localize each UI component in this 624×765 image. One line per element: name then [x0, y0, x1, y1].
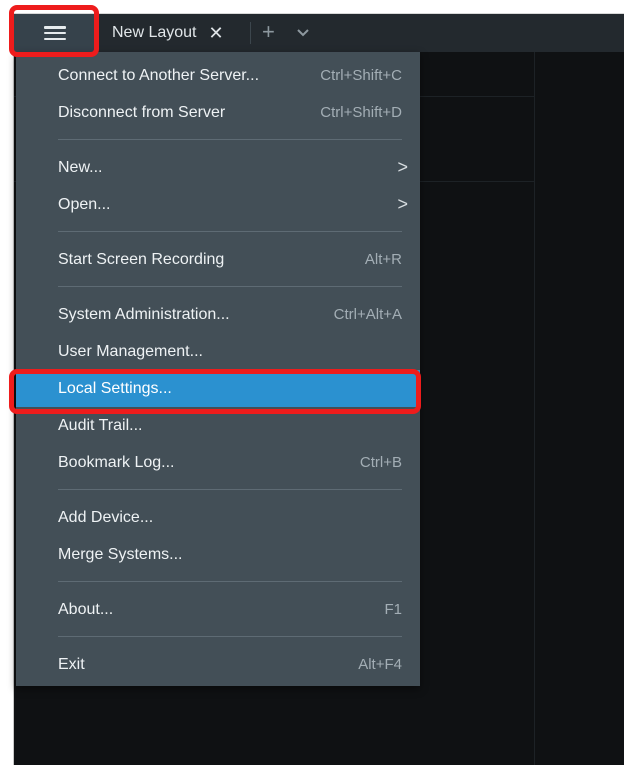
menu-item-shortcut: Alt+R: [364, 251, 402, 268]
menu-item-shortcut: Ctrl+Alt+A: [333, 306, 402, 323]
menu-item-label: Disconnect from Server: [58, 103, 226, 121]
menu-item-user-management[interactable]: User Management...: [16, 333, 420, 370]
menu-item-shortcut: Ctrl+Shift+C: [320, 67, 402, 84]
menu-item-disconnect[interactable]: Disconnect from Server Ctrl+Shift+D: [16, 94, 420, 131]
menu-item-start-recording[interactable]: Start Screen Recording Alt+R: [16, 241, 420, 278]
chevron-down-icon[interactable]: [296, 26, 310, 40]
menu-item-label: Exit: [58, 655, 85, 673]
title-bar: New Layout ✕ +: [14, 14, 624, 52]
menu-item-add-device[interactable]: Add Device...: [16, 499, 420, 536]
menu-item-label: New...: [58, 158, 103, 176]
menu-separator: [58, 139, 402, 140]
menu-item-shortcut: Ctrl+Shift+D: [320, 104, 402, 121]
menu-item-about[interactable]: About... F1: [16, 591, 420, 628]
menu-item-label: Add Device...: [58, 508, 154, 526]
menu-item-exit[interactable]: Exit Alt+F4: [16, 646, 420, 683]
highlight-local-settings: [9, 369, 421, 414]
menu-item-bookmark-log[interactable]: Bookmark Log... Ctrl+B: [16, 444, 420, 481]
menu-item-shortcut: Ctrl+B: [359, 454, 402, 471]
add-tab-button[interactable]: +: [262, 19, 275, 45]
menu-item-label: Open...: [58, 195, 111, 213]
chevron-right-icon: >: [397, 194, 408, 214]
menu-item-merge-systems[interactable]: Merge Systems...: [16, 536, 420, 573]
menu-item-shortcut: Alt+F4: [358, 656, 402, 673]
menu-item-label: Connect to Another Server...: [58, 66, 260, 84]
tab-divider: [250, 22, 251, 44]
menu-separator: [58, 286, 402, 287]
highlight-main-menu-button: [9, 5, 99, 57]
menu-item-connect[interactable]: Connect to Another Server... Ctrl+Shift+…: [16, 57, 420, 94]
close-icon[interactable]: ✕: [209, 23, 224, 44]
menu-item-new[interactable]: New... >: [16, 149, 420, 186]
screenshot-frame: New Layout ✕ + Connect to Another Server…: [0, 0, 624, 765]
menu-item-label: Start Screen Recording: [58, 250, 225, 268]
chevron-right-icon: >: [397, 157, 408, 177]
menu-item-label: Audit Trail...: [58, 416, 143, 434]
menu-separator: [58, 636, 402, 637]
menu-item-open[interactable]: Open... >: [16, 186, 420, 223]
menu-item-label: System Administration...: [58, 305, 230, 323]
tab-label: New Layout: [112, 24, 197, 41]
menu-separator: [58, 231, 402, 232]
tab-new-layout[interactable]: New Layout ✕: [100, 14, 250, 52]
menu-item-label: Bookmark Log...: [58, 453, 175, 471]
menu-item-label: About...: [58, 600, 114, 618]
menu-item-shortcut: F1: [384, 601, 402, 618]
menu-separator: [58, 489, 402, 490]
menu-separator: [58, 581, 402, 582]
menu-item-label: Merge Systems...: [58, 545, 183, 563]
menu-item-label: User Management...: [58, 342, 203, 360]
menu-item-system-administration[interactable]: System Administration... Ctrl+Alt+A: [16, 296, 420, 333]
panel-divider: [534, 52, 535, 765]
